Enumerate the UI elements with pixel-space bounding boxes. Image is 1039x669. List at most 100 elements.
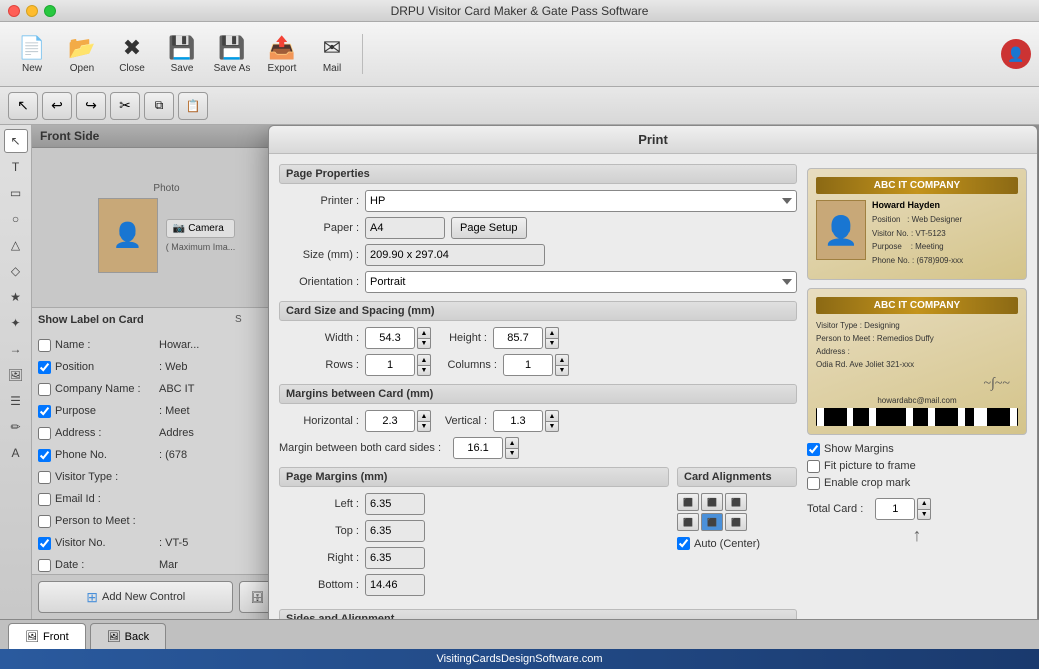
signature: ~∫~~: [816, 372, 1018, 396]
columns-up[interactable]: ▲: [555, 354, 569, 365]
add-new-control-button[interactable]: ⊞ Add New Control: [38, 581, 233, 613]
printer-select[interactable]: HP: [365, 190, 797, 212]
arrow-tool[interactable]: →: [4, 337, 28, 361]
back-card-preview: ABC IT COMPANY Visitor Type : Designing …: [807, 288, 1027, 434]
pencil-tool[interactable]: ✏: [4, 415, 28, 439]
star-tool[interactable]: ★: [4, 285, 28, 309]
triangle-tool[interactable]: △: [4, 233, 28, 257]
image-tool[interactable]: 🖼: [4, 363, 28, 387]
list-tool[interactable]: ☰: [4, 389, 28, 413]
horizontal-input[interactable]: [365, 410, 415, 432]
circle-tool[interactable]: ○: [4, 207, 28, 231]
enable-crop-checkbox[interactable]: [807, 477, 820, 490]
close-window-btn[interactable]: [8, 5, 20, 17]
width-input[interactable]: [365, 327, 415, 349]
rows-label: Rows :: [279, 359, 359, 371]
visitor-no-checkbox[interactable]: [38, 537, 51, 550]
width-up[interactable]: ▲: [417, 327, 431, 338]
minimize-window-btn[interactable]: [26, 5, 38, 17]
position-checkbox[interactable]: [38, 361, 51, 374]
rows-up[interactable]: ▲: [417, 354, 431, 365]
diamond-tool[interactable]: ◇: [4, 259, 28, 283]
redo-button[interactable]: ↪: [76, 92, 106, 120]
align-ml[interactable]: ⬛: [677, 513, 699, 531]
top-input[interactable]: [365, 520, 425, 542]
tab-front[interactable]: 🖼 Front: [8, 623, 86, 649]
bottom-input[interactable]: [365, 574, 425, 596]
orientation-select[interactable]: Portrait Landscape: [365, 271, 797, 293]
add-new-control-label: Add New Control: [102, 591, 185, 603]
tc-up[interactable]: ▲: [917, 498, 931, 509]
right-input[interactable]: [365, 547, 425, 569]
paper-input[interactable]: [365, 217, 445, 239]
horizontal-row: Horizontal : ▲ ▼ Vertical :: [279, 410, 797, 432]
open-button[interactable]: 📂 Open: [58, 26, 106, 82]
auto-center-checkbox[interactable]: [677, 537, 690, 550]
v-down[interactable]: ▼: [545, 421, 559, 432]
both-margin-input[interactable]: [453, 437, 503, 459]
purpose-checkbox[interactable]: [38, 405, 51, 418]
height-input[interactable]: [493, 327, 543, 349]
export-label: Export: [268, 63, 297, 74]
tc-down[interactable]: ▼: [917, 509, 931, 520]
right-row: Right :: [279, 547, 669, 569]
save-button[interactable]: 💾 Save: [158, 26, 206, 82]
show-margins-checkbox[interactable]: [807, 443, 820, 456]
rows-input[interactable]: [365, 354, 415, 376]
tab-back[interactable]: 🖼 Back: [90, 623, 166, 649]
paste-button[interactable]: 📋: [178, 92, 208, 120]
orientation-label: Orientation :: [279, 276, 359, 288]
height-up[interactable]: ▲: [545, 327, 559, 338]
rows-down[interactable]: ▼: [417, 365, 431, 376]
camera-button[interactable]: 📷 Camera: [166, 219, 236, 238]
h-up[interactable]: ▲: [417, 410, 431, 421]
save-as-button[interactable]: 💾 Save As: [208, 26, 256, 82]
label-row-purpose: Purpose : Meet: [38, 400, 295, 422]
height-down[interactable]: ▼: [545, 338, 559, 349]
font-tool[interactable]: A: [4, 441, 28, 465]
mail-label: Mail: [323, 63, 341, 74]
bm-down[interactable]: ▼: [505, 448, 519, 459]
new-button[interactable]: 📄 New: [8, 26, 56, 82]
person-checkbox[interactable]: [38, 515, 51, 528]
shape-tool[interactable]: ▭: [4, 181, 28, 205]
select-tool[interactable]: ↖: [8, 92, 38, 120]
align-tc[interactable]: ⬛: [701, 493, 723, 511]
company-checkbox[interactable]: [38, 383, 51, 396]
columns-input[interactable]: [503, 354, 553, 376]
v-up[interactable]: ▲: [545, 410, 559, 421]
cut-button[interactable]: ✂: [110, 92, 140, 120]
cross-tool[interactable]: ✦: [4, 311, 28, 335]
copy-button[interactable]: ⧉: [144, 92, 174, 120]
size-input[interactable]: [365, 244, 545, 266]
visitor-type-label: Visitor Type :: [55, 471, 155, 483]
maximize-window-btn[interactable]: [44, 5, 56, 17]
mail-button[interactable]: ✉ Mail: [308, 26, 356, 82]
phone-checkbox[interactable]: [38, 449, 51, 462]
total-card-input[interactable]: [875, 498, 915, 520]
align-mr[interactable]: ⬛: [725, 513, 747, 531]
visitor-type-checkbox[interactable]: [38, 471, 51, 484]
bottom-tabs: 🖼 Front 🖼 Back: [0, 619, 1039, 649]
page-setup-button[interactable]: Page Setup: [451, 217, 527, 239]
export-button[interactable]: 📤 Export: [258, 26, 306, 82]
pointer-tool[interactable]: ↖: [4, 129, 28, 153]
close-button[interactable]: ✖ Close: [108, 26, 156, 82]
columns-down[interactable]: ▼: [555, 365, 569, 376]
text-tool[interactable]: T: [4, 155, 28, 179]
bm-up[interactable]: ▲: [505, 437, 519, 448]
undo-button[interactable]: ↩: [42, 92, 72, 120]
address-checkbox[interactable]: [38, 427, 51, 440]
date-checkbox[interactable]: [38, 559, 51, 572]
align-mc[interactable]: ⬛: [701, 513, 723, 531]
user-avatar[interactable]: 👤: [1001, 39, 1031, 69]
vertical-input[interactable]: [493, 410, 543, 432]
h-down[interactable]: ▼: [417, 421, 431, 432]
align-tl[interactable]: ⬛: [677, 493, 699, 511]
left-input[interactable]: [365, 493, 425, 515]
width-down[interactable]: ▼: [417, 338, 431, 349]
fit-picture-checkbox[interactable]: [807, 460, 820, 473]
name-checkbox[interactable]: [38, 339, 51, 352]
email-checkbox[interactable]: [38, 493, 51, 506]
align-tr[interactable]: ⬛: [725, 493, 747, 511]
